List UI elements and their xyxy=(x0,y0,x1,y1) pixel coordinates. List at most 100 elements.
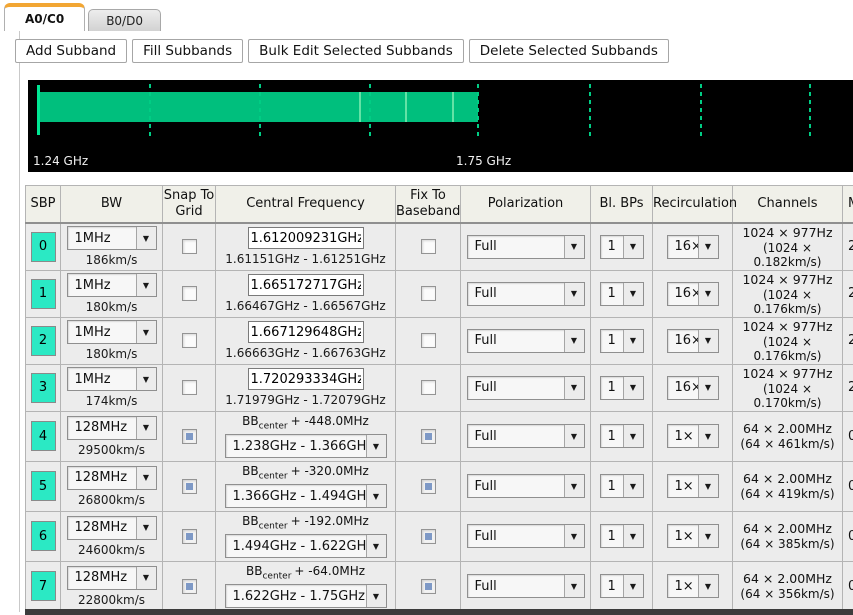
recirculation-select[interactable]: 1×▼ xyxy=(667,474,719,498)
bw-select[interactable]: 128MHz▼ xyxy=(67,466,157,490)
chevron-down-icon: ▼ xyxy=(366,435,386,457)
fix-to-baseband-checkbox[interactable] xyxy=(421,529,436,544)
central-frequency-input[interactable] xyxy=(248,227,364,249)
frequency-range-label: 1.66663GHz - 1.66763GHz xyxy=(216,346,395,360)
recirculation-select[interactable]: 16×▼ xyxy=(667,235,719,259)
tab-b0d0[interactable]: B0/D0 xyxy=(88,9,161,31)
blbps-select[interactable]: 1▼ xyxy=(600,524,644,548)
polarization-select[interactable]: Full▼ xyxy=(467,329,585,353)
snap-to-grid-checkbox[interactable] xyxy=(182,529,197,544)
bw-select[interactable]: 1MHz▼ xyxy=(67,226,157,250)
narrow-subband-marker xyxy=(452,92,454,122)
fix-to-baseband-checkbox[interactable] xyxy=(421,333,436,348)
add-subband-button[interactable]: Add Subband xyxy=(15,39,127,63)
bw-select[interactable]: 128MHz▼ xyxy=(67,416,157,440)
bw-select[interactable]: 128MHz▼ xyxy=(67,516,157,540)
subband-toolbar: Add Subband Fill Subbands Bulk Edit Sele… xyxy=(15,39,669,63)
fix-to-baseband-checkbox[interactable] xyxy=(421,429,436,444)
chevron-down-icon: ▼ xyxy=(136,567,156,589)
col-header-clipped: M xyxy=(843,186,853,224)
recirculation-select[interactable]: 16×▼ xyxy=(667,329,719,353)
table-row: 7 128MHz▼22800km/s BBcenter+ -64.0MHz1.6… xyxy=(26,561,853,611)
polarization-select[interactable]: Full▼ xyxy=(467,376,585,400)
table-row: 3 1MHz▼174km/s 1.71979GHz - 1.72079GHz F… xyxy=(26,364,853,411)
polarization-select[interactable]: Full▼ xyxy=(467,474,585,498)
fix-to-baseband-checkbox[interactable] xyxy=(421,579,436,594)
blbps-select[interactable]: 1▼ xyxy=(600,376,644,400)
frequency-range-select[interactable]: 1.366GHz - 1.494GHz▼ xyxy=(225,484,387,508)
col-header-snap-to-grid: Snap To Grid xyxy=(163,186,216,224)
recirculation-select[interactable]: 16×▼ xyxy=(667,282,719,306)
channels-cell: 1024 × 977Hz(1024 × 0.182km/s) xyxy=(733,223,843,270)
velocity-span-label: 180km/s xyxy=(61,347,162,361)
recirculation-select[interactable]: 1×▼ xyxy=(667,524,719,548)
sbp-badge[interactable]: 7 xyxy=(31,571,56,601)
chevron-down-icon: ▼ xyxy=(698,283,718,305)
snap-to-grid-checkbox[interactable] xyxy=(182,579,197,594)
blbps-select[interactable]: 1▼ xyxy=(600,282,644,306)
fix-to-baseband-checkbox[interactable] xyxy=(421,479,436,494)
delete-selected-subbands-button[interactable]: Delete Selected Subbands xyxy=(469,39,669,63)
polarization-select[interactable]: Full▼ xyxy=(467,235,585,259)
velocity-span-label: 26800km/s xyxy=(61,493,162,507)
velocity-span-label: 186km/s xyxy=(61,253,162,267)
clipped-cell: 0 xyxy=(843,561,853,611)
clipped-cell: 2 xyxy=(843,270,853,317)
frequency-range-select[interactable]: 1.238GHz - 1.366GHz▼ xyxy=(225,434,387,458)
grid-line xyxy=(809,84,811,136)
chevron-down-icon: ▼ xyxy=(698,475,718,497)
fix-to-baseband-checkbox[interactable] xyxy=(421,380,436,395)
channels-cell: 64 × 2.00MHz(64 × 356km/s) xyxy=(733,561,843,611)
polarization-select[interactable]: Full▼ xyxy=(467,574,585,598)
central-frequency-input[interactable] xyxy=(248,368,364,390)
central-frequency-input[interactable] xyxy=(248,274,364,296)
polarization-select[interactable]: Full▼ xyxy=(467,424,585,448)
recirculation-select[interactable]: 1×▼ xyxy=(667,574,719,598)
channels-cell: 1024 × 977Hz(1024 × 0.176km/s) xyxy=(733,270,843,317)
snap-to-grid-checkbox[interactable] xyxy=(182,239,197,254)
frequency-spectrum[interactable]: 1.24 GHz 1.75 GHz xyxy=(28,80,853,172)
blbps-select[interactable]: 1▼ xyxy=(600,474,644,498)
sbp-badge[interactable]: 5 xyxy=(31,471,56,501)
chevron-down-icon: ▼ xyxy=(366,585,386,607)
blbps-select[interactable]: 1▼ xyxy=(600,424,644,448)
sbp-badge[interactable]: 2 xyxy=(31,326,56,356)
polarization-select[interactable]: Full▼ xyxy=(467,524,585,548)
col-header-polarization: Polarization xyxy=(461,186,591,224)
snap-to-grid-checkbox[interactable] xyxy=(182,429,197,444)
sbp-badge[interactable]: 3 xyxy=(31,373,56,403)
snap-to-grid-checkbox[interactable] xyxy=(182,286,197,301)
fill-subbands-button[interactable]: Fill Subbands xyxy=(132,39,243,63)
frequency-range-select[interactable]: 1.494GHz - 1.622GHz▼ xyxy=(225,534,387,558)
bb-offset-label: BBcenter+ -64.0MHz xyxy=(216,564,395,581)
fix-to-baseband-checkbox[interactable] xyxy=(421,286,436,301)
blbps-select[interactable]: 1▼ xyxy=(600,235,644,259)
bw-select[interactable]: 128MHz▼ xyxy=(67,566,157,590)
snap-to-grid-checkbox[interactable] xyxy=(182,380,197,395)
bw-select[interactable]: 1MHz▼ xyxy=(67,367,157,391)
clipped-cell: 2 xyxy=(843,364,853,411)
sbp-badge[interactable]: 6 xyxy=(31,521,56,551)
blbps-select[interactable]: 1▼ xyxy=(600,574,644,598)
central-frequency-input[interactable] xyxy=(248,321,364,343)
chevron-down-icon: ▼ xyxy=(564,283,584,305)
recirculation-select[interactable]: 1×▼ xyxy=(667,424,719,448)
polarization-select[interactable]: Full▼ xyxy=(467,282,585,306)
chevron-down-icon: ▼ xyxy=(564,425,584,447)
bw-select[interactable]: 1MHz▼ xyxy=(67,320,157,344)
snap-to-grid-checkbox[interactable] xyxy=(182,333,197,348)
sbp-badge[interactable]: 1 xyxy=(31,279,56,309)
sbp-badge[interactable]: 4 xyxy=(31,421,56,451)
snap-to-grid-checkbox[interactable] xyxy=(182,479,197,494)
recirculation-select[interactable]: 16×▼ xyxy=(667,376,719,400)
bw-select[interactable]: 1MHz▼ xyxy=(67,273,157,297)
frequency-range-label: 1.71979GHz - 1.72079GHz xyxy=(216,393,395,407)
blbps-select[interactable]: 1▼ xyxy=(600,329,644,353)
sbp-badge[interactable]: 0 xyxy=(31,232,56,262)
tab-a0c0[interactable]: A0/C0 xyxy=(4,3,85,31)
next-row-clipped xyxy=(25,609,853,615)
bulk-edit-selected-subbands-button[interactable]: Bulk Edit Selected Subbands xyxy=(248,39,464,63)
grid-line xyxy=(369,84,371,136)
fix-to-baseband-checkbox[interactable] xyxy=(421,239,436,254)
frequency-range-select[interactable]: 1.622GHz - 1.75GHz▼ xyxy=(225,584,387,608)
